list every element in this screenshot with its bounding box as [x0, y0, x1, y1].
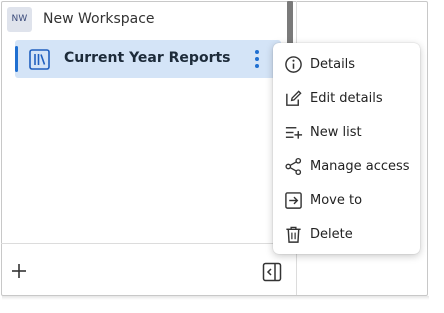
add-icon[interactable]: [10, 262, 28, 280]
footer-divider: [1, 243, 296, 244]
menu-item-delete[interactable]: Delete: [273, 217, 420, 251]
workspace-name: New Workspace: [43, 11, 155, 27]
menu-item-move-to[interactable]: Move to: [273, 183, 420, 217]
menu-item-label: Move to: [310, 192, 363, 208]
add-list-icon: [285, 126, 303, 139]
menu-item-label: Edit details: [310, 90, 383, 106]
info-icon: [285, 55, 302, 73]
more-options-icon[interactable]: [253, 49, 261, 69]
collapse-sidebar-icon[interactable]: [262, 262, 282, 282]
list-item-current-year-reports[interactable]: Current Year Reports: [15, 40, 281, 78]
share-icon: [285, 157, 302, 175]
list-item-label: Current Year Reports: [64, 50, 231, 66]
trash-icon: [286, 226, 301, 243]
menu-item-label: Manage access: [310, 158, 410, 174]
frame-shadow: [2, 296, 429, 300]
move-to-icon: [285, 191, 302, 209]
menu-item-label: Details: [310, 56, 356, 72]
menu-item-new-list[interactable]: New list: [273, 115, 420, 149]
workspace-header[interactable]: NW New Workspace: [7, 6, 277, 32]
menu-item-details[interactable]: Details: [273, 47, 420, 81]
edit-icon: [286, 89, 302, 106]
workspace-avatar: NW: [7, 6, 32, 32]
library-icon: [29, 49, 50, 70]
menu-item-edit-details[interactable]: Edit details: [273, 81, 420, 115]
menu-item-label: New list: [310, 124, 362, 140]
menu-item-label: Delete: [310, 226, 353, 242]
context-menu: Details Edit details New list Manage acc…: [273, 43, 420, 254]
menu-item-manage-access[interactable]: Manage access: [273, 149, 420, 183]
